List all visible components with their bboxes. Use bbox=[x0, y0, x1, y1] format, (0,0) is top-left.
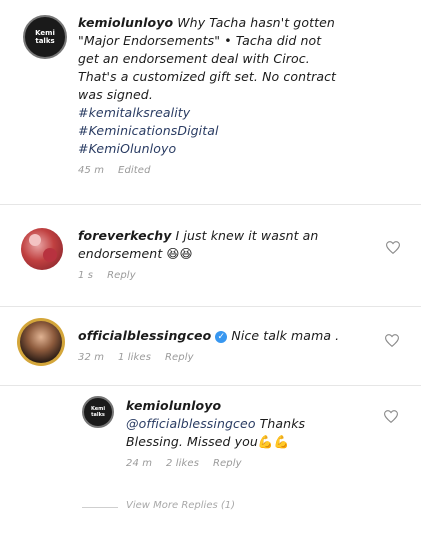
reply-button[interactable]: Reply bbox=[107, 270, 136, 281]
comment-text-line: Why Tacha hasn't gotten bbox=[177, 15, 335, 30]
comment-text-line: "Major Endorsements" • Tacha did not bbox=[78, 33, 322, 48]
hashtag-link[interactable]: #kemitalksreality bbox=[78, 104, 408, 122]
likes-count[interactable]: 2 likes bbox=[166, 458, 199, 469]
comment-time: 45 m bbox=[78, 165, 105, 176]
divider bbox=[0, 204, 421, 205]
comment-username[interactable]: officialblessingceo bbox=[78, 328, 211, 343]
avatar[interactable] bbox=[21, 228, 63, 270]
edited-label: Edited bbox=[118, 165, 151, 176]
like-heart-icon[interactable] bbox=[386, 241, 400, 254]
avatar[interactable] bbox=[17, 318, 65, 366]
hashtag-link[interactable]: #KemiOlunloyo bbox=[78, 140, 408, 158]
verified-badge-icon: ✓ bbox=[215, 330, 228, 343]
comment-reply: officialblessingceo ✓ Nice talk mama . 3… bbox=[78, 327, 378, 367]
comment-meta: 32 m 1 likes Reply bbox=[78, 349, 378, 367]
comment-time: 24 m bbox=[126, 458, 153, 469]
divider bbox=[0, 306, 421, 307]
comment-meta: 45 m Edited bbox=[78, 162, 408, 180]
like-heart-icon[interactable] bbox=[384, 410, 398, 423]
comment-time: 32 m bbox=[78, 352, 105, 363]
comment-text: I just knew it wasnt an bbox=[175, 228, 319, 243]
nested-reply: kemiolunloyo @officialblessingceo Thanks… bbox=[126, 397, 386, 473]
divider bbox=[0, 385, 421, 386]
comment-text: Blessing. Missed you bbox=[126, 434, 258, 449]
comment-main: kemiolunloyo Why Tacha hasn't gotten "Ma… bbox=[78, 14, 408, 180]
likes-count[interactable]: 1 likes bbox=[118, 352, 151, 363]
comment-text-line: was signed. bbox=[78, 87, 153, 102]
avatar-flower bbox=[29, 234, 41, 246]
comment-meta: 1 s Reply bbox=[78, 267, 378, 285]
comment-reply: foreverkechy I just knew it wasnt an end… bbox=[78, 227, 378, 285]
comment-text: endorsement bbox=[78, 246, 163, 261]
like-heart-icon[interactable] bbox=[385, 334, 399, 347]
comment-time: 1 s bbox=[78, 270, 94, 281]
avatar-photo bbox=[20, 321, 62, 363]
view-more-line bbox=[82, 507, 118, 508]
comment-username[interactable]: foreverkechy bbox=[78, 228, 171, 243]
comment-meta: 24 m 2 likes Reply bbox=[126, 455, 386, 473]
hashtag-link[interactable]: #KeminicationsDigital bbox=[78, 122, 408, 140]
reply-button[interactable]: Reply bbox=[165, 352, 194, 363]
avatar[interactable]: Kemi talks bbox=[23, 15, 67, 59]
emoji: 💪💪 bbox=[257, 434, 290, 449]
comment-username[interactable]: kemiolunloyo bbox=[126, 397, 386, 415]
comment-username[interactable]: kemiolunloyo bbox=[78, 15, 173, 30]
avatar-logo: Kemi talks bbox=[35, 29, 55, 45]
mention-link[interactable]: @officialblessingceo bbox=[126, 416, 256, 431]
avatar-flower bbox=[43, 248, 57, 262]
emoji: 😆😆 bbox=[166, 246, 193, 261]
view-more-replies-link[interactable]: View More Replies (1) bbox=[126, 500, 235, 511]
comment-text: Nice talk mama . bbox=[231, 328, 340, 343]
comment-text: Thanks bbox=[259, 416, 306, 431]
comment-text-line: get an endorsement deal with Ciroc. bbox=[78, 51, 310, 66]
reply-button[interactable]: Reply bbox=[213, 458, 242, 469]
comment-text-line: That's a customized gift set. No contrac… bbox=[78, 69, 337, 84]
avatar-logo: Kemi talks bbox=[90, 406, 106, 418]
avatar[interactable]: Kemi talks bbox=[82, 396, 114, 428]
